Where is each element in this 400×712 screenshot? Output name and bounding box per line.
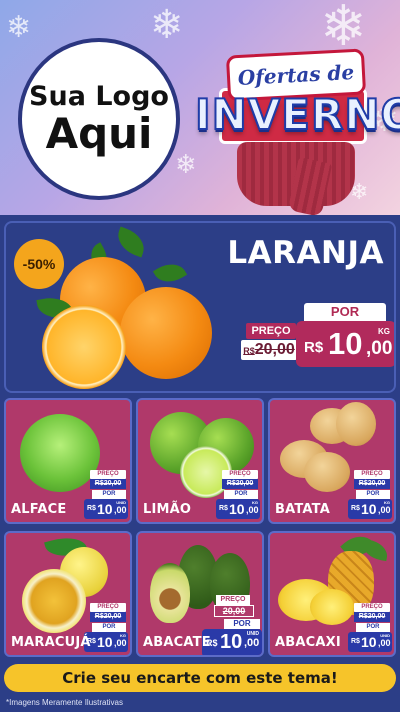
winter-offers-badge: Ofertas de INVERNO — [194, 40, 400, 215]
product-card-batata[interactable]: PREÇO R$20,00 POR R$ 10 ,00 KG BATATA — [268, 398, 396, 524]
logo-text-line2: Aqui — [45, 108, 153, 158]
product-card-maracuja[interactable]: PREÇO R$20,00 POR R$ 10 ,00 KG MARACUJÁ — [4, 531, 132, 657]
create-flyer-button[interactable]: Crie seu encarte com este tema! — [4, 664, 396, 692]
old-price-label: PREÇO — [354, 603, 390, 612]
new-price-box: R$ 10 ,00 KG — [296, 321, 394, 367]
price-decimal: ,00 — [378, 505, 391, 515]
price-decimal: ,00 — [114, 638, 127, 648]
old-price-label: PREÇO — [222, 470, 258, 479]
old-price: R$20,00 — [241, 340, 297, 360]
price-unit: UNID — [246, 631, 259, 637]
old-price-label: PREÇO — [216, 595, 250, 605]
old-price-label: PREÇO — [90, 470, 126, 479]
product-card-abacate[interactable]: PREÇO 20,00 POR R$ 10 ,00 UNID ABACATE — [136, 531, 264, 657]
product-name: BATATA — [275, 502, 330, 517]
price-integer: 10 — [97, 634, 113, 650]
potato-shape — [304, 452, 350, 492]
old-price: R$20,00 — [354, 612, 390, 622]
price-decimal: ,00 — [246, 505, 259, 515]
snowflake-icon: ❄ — [150, 2, 184, 48]
price-currency: R$ — [219, 505, 228, 512]
new-price-label: POR — [224, 490, 258, 499]
featured-product-name: LARANJA — [227, 235, 384, 271]
new-price-label: POR — [92, 490, 126, 499]
new-price-label: POR — [356, 623, 390, 632]
old-price-value: 20,00 — [254, 341, 295, 358]
pineapple-slice — [310, 589, 354, 625]
price-currency: R$ — [304, 339, 324, 356]
product-card-limao[interactable]: PREÇO R$20,00 POR R$ 10 ,00 KG LIMÃO — [136, 398, 264, 524]
price-currency: R$ — [87, 505, 96, 512]
product-name: ALFACE — [11, 502, 67, 517]
price-integer: 10 — [361, 501, 377, 517]
new-price-box: R$ 10 ,00 UNID — [348, 632, 392, 652]
new-price-label: POR — [224, 619, 260, 629]
old-price: R$20,00 — [90, 612, 126, 622]
product-name: MARACUJÁ — [11, 635, 91, 650]
passion-fruit-half — [22, 569, 86, 633]
orange-fruit — [120, 287, 212, 379]
old-price-label: PREÇO — [90, 603, 126, 612]
price-unit: UNID — [380, 633, 390, 638]
lettuce-shape — [20, 414, 100, 492]
old-price: R$20,00 — [354, 479, 390, 489]
price-integer: 10 — [220, 631, 243, 653]
featured-product-card[interactable]: -50% LARANJA PREÇO R$20,00 POR R$ 10 ,00… — [4, 221, 396, 393]
price-integer: 10 — [328, 326, 363, 361]
discount-badge: -50% — [14, 239, 64, 289]
product-card-alface[interactable]: PREÇO R$20,00 POR R$ 10 ,00 UNID ALFACE — [4, 398, 132, 524]
snowflake-icon: ❄ — [175, 150, 197, 180]
price-currency: R$ — [351, 638, 360, 645]
price-integer: 10 — [97, 501, 113, 517]
avocado-half — [150, 563, 190, 623]
product-name: ABACATE — [143, 635, 211, 650]
disclaimer-text: *Imagens Meramente Ilustrativas — [6, 698, 123, 707]
old-price-label: PREÇO — [354, 470, 390, 479]
logo-text-line1: Sua Logo — [29, 81, 169, 113]
new-price-box: R$ 10 ,00 KG — [348, 499, 392, 519]
new-price-label: POR — [304, 303, 386, 321]
orange-slice — [42, 305, 126, 389]
potato-shape — [336, 402, 376, 446]
old-price: R$20,00 — [222, 479, 258, 489]
price-unit: KG — [120, 633, 126, 638]
new-price-box: R$ 10 ,00 KG — [216, 499, 260, 519]
old-price: 20,00 — [214, 605, 254, 617]
price-unit: KG — [384, 500, 390, 505]
new-price-label: POR — [356, 490, 390, 499]
logo-placeholder: Sua Logo Aqui — [18, 38, 180, 200]
promo-subtitle: Ofertas de — [237, 59, 355, 91]
new-price-box: R$ 10 ,00 UNID — [84, 499, 128, 519]
price-decimal: ,00 — [244, 637, 260, 649]
price-unit: KG — [378, 327, 390, 336]
price-decimal: ,00 — [114, 505, 127, 515]
promo-title: INVERNO — [194, 89, 400, 140]
price-currency: R$ — [351, 505, 360, 512]
price-decimal: ,00 — [366, 338, 393, 359]
price-unit: KG — [252, 500, 258, 505]
old-price: R$20,00 — [90, 479, 126, 489]
price-decimal: ,00 — [378, 638, 391, 648]
old-price-label: PREÇO — [246, 323, 296, 339]
header-banner: ❄ ❄ ❄ ❄ ❄ ❄ Sua Logo Aqui Ofertas de INV… — [0, 0, 400, 215]
leaf-shape — [152, 257, 188, 289]
price-integer: 10 — [361, 634, 377, 650]
leaf-shape — [113, 226, 149, 258]
old-price-currency: R$ — [243, 346, 255, 356]
product-name: LIMÃO — [143, 502, 192, 517]
new-price-box: R$ 10 ,00 UNID — [202, 629, 262, 655]
price-integer: 10 — [229, 501, 245, 517]
snowflake-icon: ❄ — [6, 10, 32, 45]
new-price-label: POR — [92, 623, 126, 632]
product-card-abacaxi[interactable]: PREÇO R$20,00 POR R$ 10 ,00 UNID ABACAXI — [268, 531, 396, 657]
price-unit: UNID — [116, 500, 126, 505]
product-name: ABACAXI — [275, 635, 341, 650]
